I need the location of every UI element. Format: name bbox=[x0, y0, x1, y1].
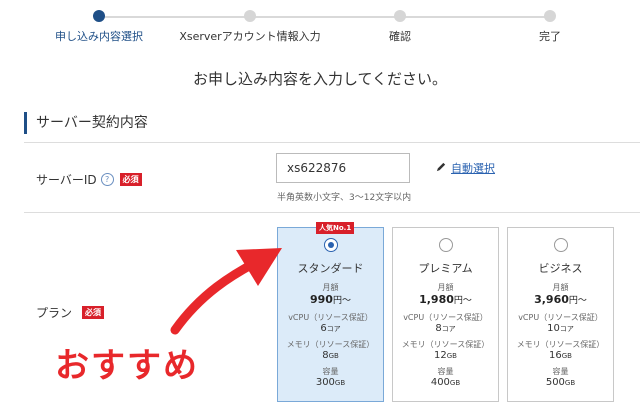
recommend-annotation: おすすめ bbox=[55, 346, 199, 386]
